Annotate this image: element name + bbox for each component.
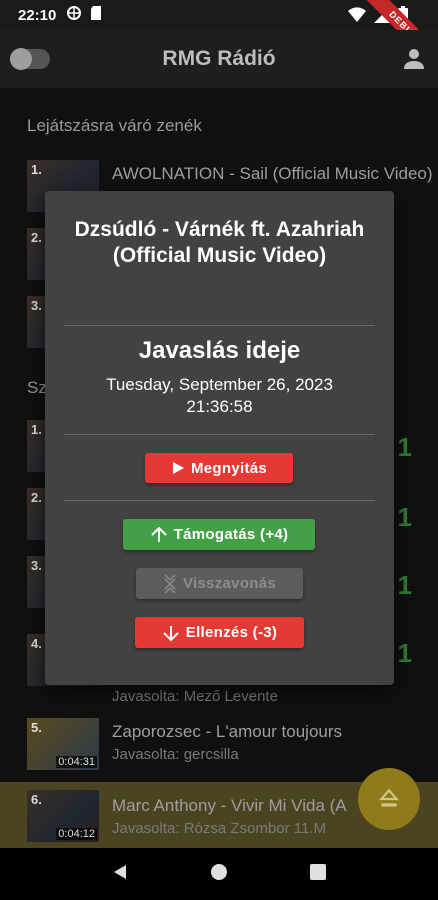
item-number: 3. — [31, 298, 42, 313]
vpn-icon — [66, 5, 82, 25]
item-number: 1. — [31, 422, 42, 437]
system-nav-bar — [0, 848, 438, 900]
vote-score: 1 — [397, 638, 412, 668]
vote-score: 1 — [397, 432, 412, 462]
support-button[interactable]: Támogatás (+4) — [123, 519, 315, 550]
suggested-by: Javasolta: gercsilla — [112, 746, 239, 763]
sd-card-icon — [90, 5, 102, 25]
wifi-icon — [348, 6, 366, 27]
oppose-button[interactable]: Ellenzés (-3) — [135, 617, 304, 648]
suggested-by: Javasolta: Mező Levente — [112, 688, 278, 705]
dialog-song-title: Dzsúdló - Várnék ft. Azahriah (Official … — [74, 218, 365, 267]
suggested-by: Javasolta: Rózsa Zsombor 11.M — [112, 820, 326, 837]
suggestions-heading: Sz — [27, 378, 47, 397]
item-number: 2. — [31, 490, 42, 505]
collapse-icon — [164, 573, 176, 594]
play-icon — [172, 462, 184, 474]
item-number: 3. — [31, 558, 42, 573]
suggest-song-fab[interactable] — [358, 768, 420, 830]
queue-heading: Lejátszásra váró zenék — [27, 116, 202, 135]
toggle-knob — [10, 48, 32, 70]
home-icon[interactable] — [210, 863, 228, 886]
suggestion-time-line: 21:36:58 — [186, 397, 253, 416]
video-thumbnail: 5. 0:04:31 — [27, 718, 99, 770]
support-label: Támogatás (+4) — [173, 526, 289, 543]
video-duration: 0:04:12 — [56, 828, 97, 840]
status-time: 22:10 — [18, 6, 57, 24]
open-label: Megnyitás — [190, 459, 268, 477]
back-icon[interactable] — [111, 863, 129, 886]
status-bar: 22:10 DEBUG — [0, 0, 438, 82]
video-duration: 0:04:31 — [56, 756, 97, 768]
app-bar: RMG Rádió — [0, 30, 438, 88]
arrow-up-icon — [150, 526, 167, 542]
vote-score: 1 — [397, 570, 412, 600]
recents-icon[interactable] — [309, 863, 327, 886]
suggestion-time-heading: Javaslás ideje — [138, 337, 301, 364]
song-title: Zaporozsec - L'amour toujours — [112, 722, 343, 741]
oppose-label: Ellenzés (-3) — [185, 624, 278, 641]
item-number: 5. — [31, 720, 42, 735]
eject-icon — [379, 788, 399, 807]
vote-score: 1 — [397, 502, 412, 532]
theme-toggle[interactable] — [10, 48, 50, 70]
item-number: 4. — [31, 636, 42, 651]
undo-button[interactable]: Visszavonás — [136, 568, 303, 599]
suggestion-date-line: Tuesday, September 26, 2023 — [106, 375, 333, 394]
divider — [64, 434, 375, 435]
divider — [64, 325, 375, 326]
song-title: AWOLNATION - Sail (Official Music Video) — [112, 164, 432, 183]
item-number: 1. — [31, 162, 42, 177]
item-number: 6. — [31, 792, 42, 807]
song-title: Marc Anthony - Vivir Mi Vida (A — [112, 796, 347, 815]
song-details-dialog: Dzsúdló - Várnék ft. Azahriah (Official … — [45, 191, 394, 685]
divider — [64, 500, 375, 501]
user-icon[interactable] — [402, 47, 426, 71]
undo-label: Visszavonás — [182, 575, 277, 592]
list-item[interactable]: 5. 0:04:31 Zaporozsec - L'amour toujours… — [0, 718, 438, 778]
open-button[interactable]: Megnyitás — [145, 453, 293, 483]
item-number: 2. — [31, 230, 42, 245]
app-title: RMG Rádió — [162, 47, 276, 70]
arrow-down-icon — [163, 625, 179, 641]
suggestion-date: Tuesday, September 26, 2023 21:36:58 — [45, 374, 394, 418]
video-thumbnail: 6. 0:04:12 — [27, 790, 99, 842]
